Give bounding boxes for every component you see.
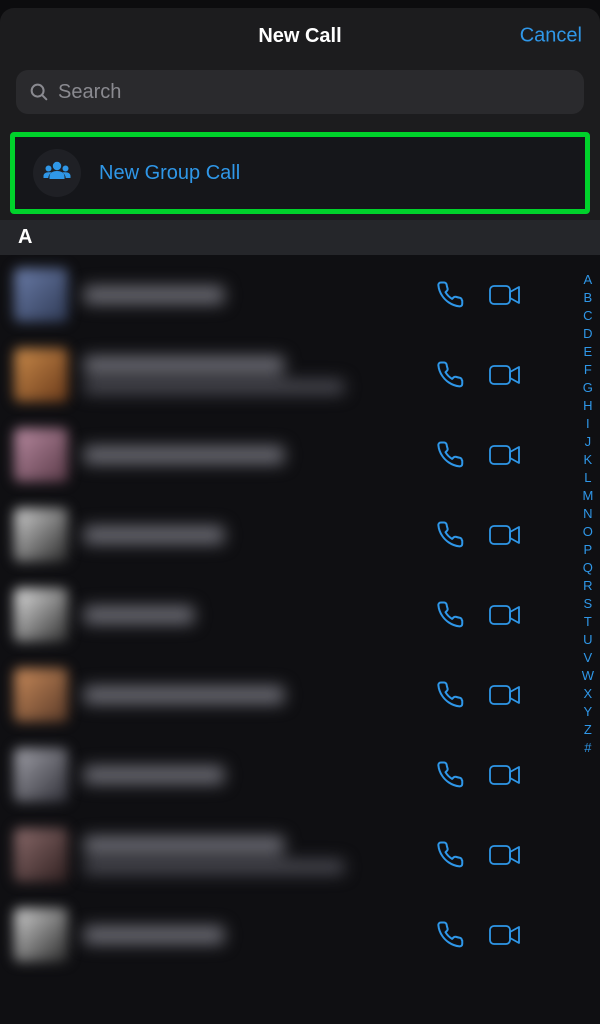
call-actions bbox=[436, 600, 522, 630]
video-icon[interactable] bbox=[488, 362, 522, 388]
contact-row[interactable] bbox=[0, 575, 600, 655]
index-letter[interactable]: A bbox=[582, 271, 595, 289]
sheet-header: New Call Cancel bbox=[0, 8, 600, 64]
index-letter[interactable]: # bbox=[582, 739, 593, 757]
section-header: A bbox=[0, 220, 600, 255]
avatar bbox=[14, 428, 68, 482]
index-letter[interactable]: J bbox=[583, 433, 594, 451]
index-letter[interactable]: F bbox=[582, 361, 594, 379]
avatar bbox=[14, 668, 68, 722]
index-letter[interactable]: N bbox=[581, 505, 594, 523]
video-icon[interactable] bbox=[488, 762, 522, 788]
avatar bbox=[14, 348, 68, 402]
contact-row[interactable] bbox=[0, 255, 600, 335]
phone-icon[interactable] bbox=[436, 280, 466, 310]
index-letter[interactable]: L bbox=[582, 469, 593, 487]
index-letter[interactable]: Z bbox=[582, 721, 594, 739]
new-group-call-label: New Group Call bbox=[99, 162, 240, 185]
avatar bbox=[14, 828, 68, 882]
index-letter[interactable]: Y bbox=[582, 703, 595, 721]
index-letter[interactable]: M bbox=[580, 487, 595, 505]
phone-icon[interactable] bbox=[436, 760, 466, 790]
call-actions bbox=[436, 520, 522, 550]
index-letter[interactable]: U bbox=[581, 631, 594, 649]
index-letter[interactable]: W bbox=[580, 667, 596, 685]
video-icon[interactable] bbox=[488, 442, 522, 468]
index-letter[interactable]: E bbox=[582, 343, 595, 361]
phone-icon[interactable] bbox=[436, 920, 466, 950]
video-icon[interactable] bbox=[488, 602, 522, 628]
contacts-list[interactable]: ABCDEFGHIJKLMNOPQRSTUVWXYZ# bbox=[0, 255, 600, 1024]
call-actions bbox=[436, 840, 522, 870]
page-title: New Call bbox=[258, 25, 341, 48]
index-letter[interactable]: X bbox=[582, 685, 595, 703]
group-icon bbox=[42, 160, 72, 187]
contact-name-block bbox=[84, 836, 420, 874]
index-letter[interactable]: G bbox=[581, 379, 595, 397]
contact-name-block bbox=[84, 446, 420, 464]
contact-row[interactable] bbox=[0, 735, 600, 815]
phone-icon[interactable] bbox=[436, 520, 466, 550]
index-letter[interactable]: V bbox=[582, 649, 595, 667]
video-icon[interactable] bbox=[488, 922, 522, 948]
contact-row[interactable] bbox=[0, 895, 600, 975]
phone-icon[interactable] bbox=[436, 840, 466, 870]
index-letter[interactable]: P bbox=[582, 541, 595, 559]
contact-name-block bbox=[84, 286, 420, 304]
index-letter[interactable]: R bbox=[581, 577, 594, 595]
search-container bbox=[0, 64, 600, 126]
index-letter[interactable]: H bbox=[581, 397, 594, 415]
phone-icon[interactable] bbox=[436, 360, 466, 390]
new-group-call-button[interactable]: New Group Call bbox=[15, 137, 585, 209]
contact-name-block bbox=[84, 766, 420, 784]
index-letter[interactable]: S bbox=[582, 595, 595, 613]
contact-name-block bbox=[84, 686, 420, 704]
contact-row[interactable] bbox=[0, 495, 600, 575]
video-icon[interactable] bbox=[488, 522, 522, 548]
phone-icon[interactable] bbox=[436, 600, 466, 630]
index-letter[interactable]: B bbox=[582, 289, 595, 307]
call-actions bbox=[436, 440, 522, 470]
search-bar[interactable] bbox=[16, 70, 584, 114]
contact-name-block bbox=[84, 356, 420, 394]
contact-name-block bbox=[84, 526, 420, 544]
phone-icon[interactable] bbox=[436, 440, 466, 470]
cancel-button[interactable]: Cancel bbox=[520, 25, 582, 48]
phone-icon[interactable] bbox=[436, 680, 466, 710]
avatar bbox=[14, 588, 68, 642]
contact-row[interactable] bbox=[0, 655, 600, 735]
contact-name-block bbox=[84, 606, 420, 624]
index-letter[interactable]: O bbox=[581, 523, 595, 541]
video-icon[interactable] bbox=[488, 282, 522, 308]
contact-row[interactable] bbox=[0, 415, 600, 495]
new-group-call-highlight: New Group Call bbox=[10, 132, 590, 214]
index-letter[interactable]: Q bbox=[581, 559, 595, 577]
contact-name-block bbox=[84, 926, 420, 944]
call-actions bbox=[436, 360, 522, 390]
index-letter[interactable]: I bbox=[584, 415, 592, 433]
group-icon-circle bbox=[33, 149, 81, 197]
call-actions bbox=[436, 280, 522, 310]
video-icon[interactable] bbox=[488, 842, 522, 868]
index-letter[interactable]: T bbox=[582, 613, 594, 631]
index-letter[interactable]: C bbox=[581, 307, 594, 325]
avatar bbox=[14, 508, 68, 562]
video-icon[interactable] bbox=[488, 682, 522, 708]
index-letter[interactable]: K bbox=[582, 451, 595, 469]
call-actions bbox=[436, 680, 522, 710]
call-actions bbox=[436, 760, 522, 790]
contact-row[interactable] bbox=[0, 335, 600, 415]
alphabet-index[interactable]: ABCDEFGHIJKLMNOPQRSTUVWXYZ# bbox=[580, 271, 596, 757]
call-actions bbox=[436, 920, 522, 950]
new-call-sheet: New Call Cancel bbox=[0, 8, 600, 1024]
avatar bbox=[14, 748, 68, 802]
contact-row[interactable] bbox=[0, 815, 600, 895]
avatar bbox=[14, 908, 68, 962]
avatar bbox=[14, 268, 68, 322]
search-input[interactable] bbox=[58, 81, 572, 104]
index-letter[interactable]: D bbox=[581, 325, 594, 343]
search-icon bbox=[28, 81, 50, 103]
